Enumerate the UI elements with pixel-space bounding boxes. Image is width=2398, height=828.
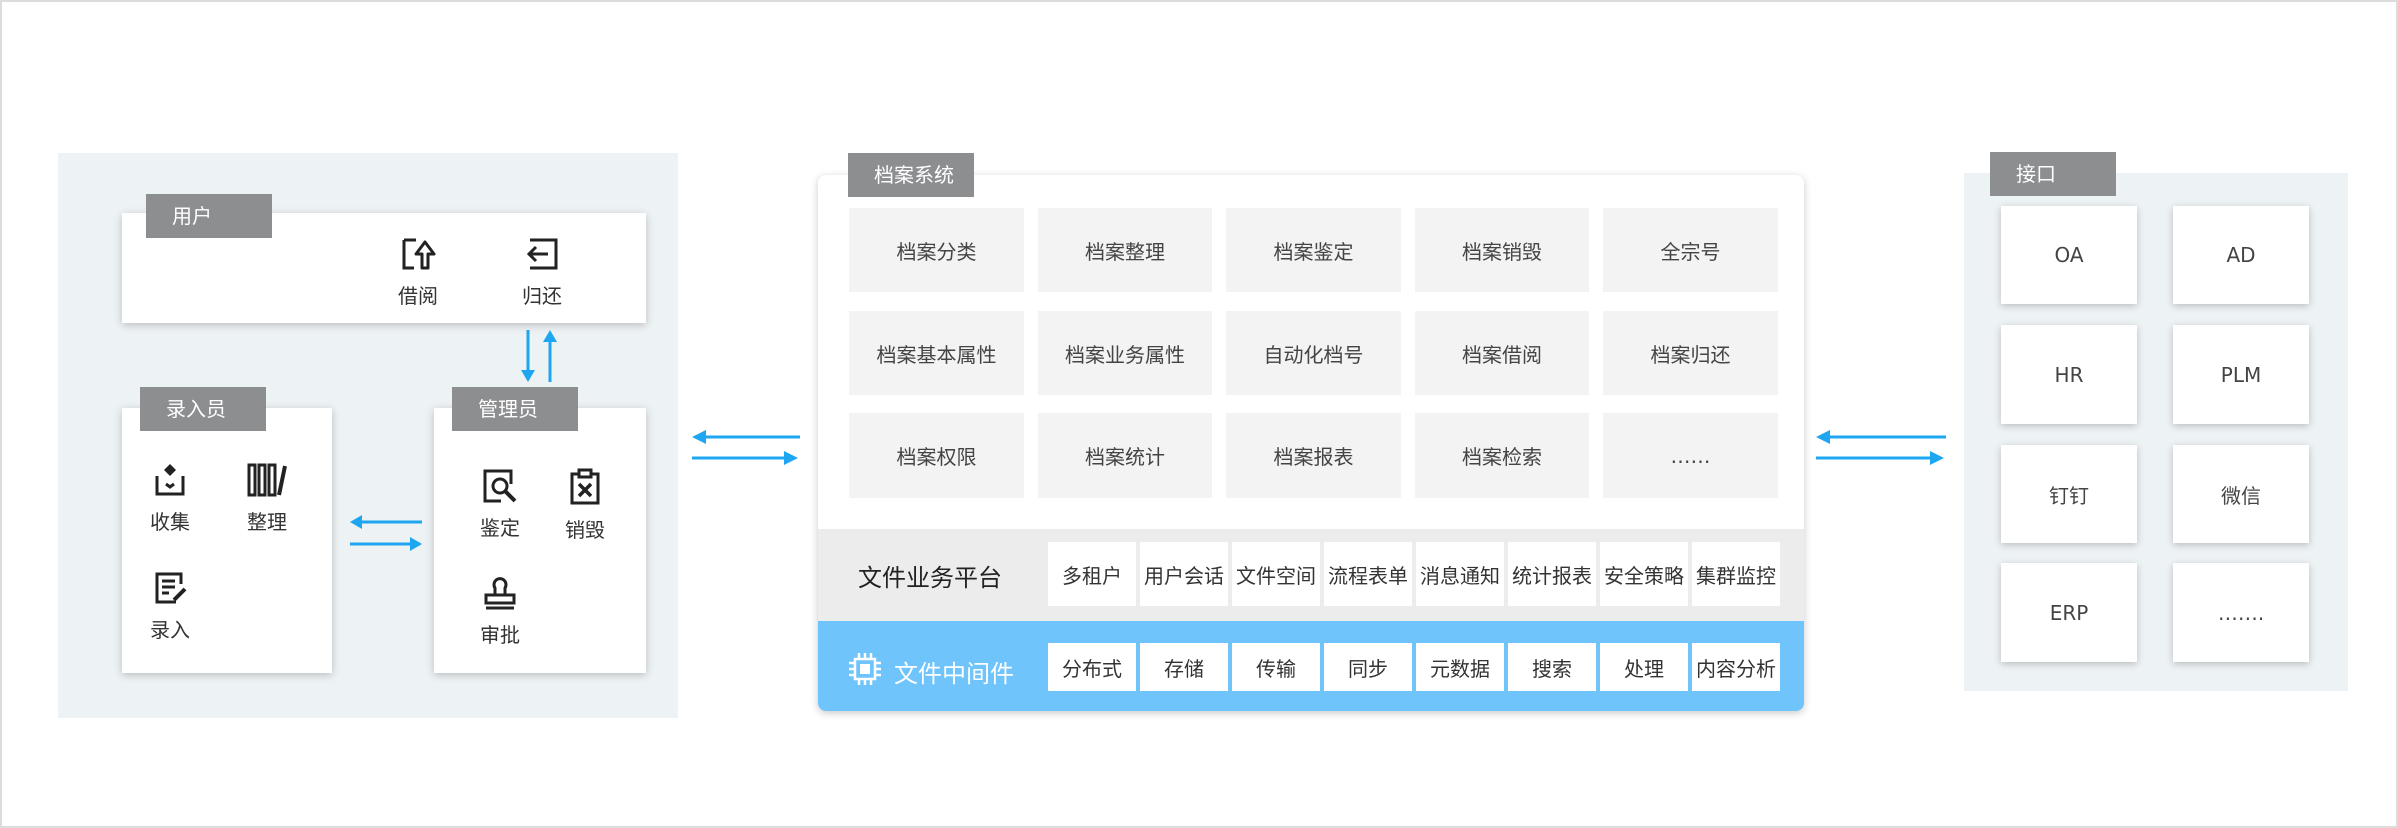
middleware-item[interactable]: 内容分析 <box>1692 643 1780 691</box>
tool-label: 收集 <box>150 510 190 534</box>
grid-cell[interactable]: …… <box>1603 413 1778 498</box>
interface-item[interactable]: 钉钉 <box>2001 445 2137 543</box>
tool-collect[interactable]: 收集 <box>125 462 215 535</box>
grid-cell[interactable]: 档案借阅 <box>1415 311 1589 395</box>
tool-label: 整理 <box>247 510 287 534</box>
user-admin-arrows <box>521 330 557 382</box>
platform-item[interactable]: 多租户 <box>1048 542 1136 606</box>
grid-cell[interactable]: 档案归还 <box>1603 311 1778 395</box>
tool-return[interactable]: 归还 <box>497 236 587 309</box>
tool-label: 鉴定 <box>480 516 520 540</box>
platform-item[interactable]: 消息通知 <box>1416 542 1504 606</box>
interface-item[interactable]: OA <box>2001 206 2137 304</box>
entry-icon <box>155 572 187 604</box>
middleware-item[interactable]: 分布式 <box>1048 643 1136 691</box>
borrow-icon <box>402 238 436 270</box>
middleware-item[interactable]: 搜索 <box>1508 643 1596 691</box>
interface-item[interactable]: ERP <box>2001 563 2137 662</box>
entry-card-title: 录入员 <box>140 387 266 431</box>
grid-cell[interactable]: 档案基本属性 <box>849 311 1024 395</box>
tool-entry[interactable]: 录入 <box>125 570 215 643</box>
interface-item[interactable]: 微信 <box>2173 445 2309 543</box>
tool-label: 录入 <box>150 618 190 642</box>
platform-item[interactable]: 统计报表 <box>1508 542 1596 606</box>
grid-cell[interactable]: 档案整理 <box>1038 208 1212 292</box>
return-icon <box>526 238 558 270</box>
tool-label: 借阅 <box>398 284 438 308</box>
platform-item[interactable]: 集群监控 <box>1692 542 1780 606</box>
grid-cell[interactable]: 档案业务属性 <box>1038 311 1212 395</box>
middleware-item[interactable]: 处理 <box>1600 643 1688 691</box>
appraise-icon <box>483 469 517 503</box>
entry-admin-arrows <box>350 515 422 551</box>
platform-item[interactable]: 用户会话 <box>1140 542 1228 606</box>
platform-title: 文件业务平台 <box>858 564 1002 592</box>
tool-label: 审批 <box>480 623 520 647</box>
platform-item[interactable]: 文件空间 <box>1232 542 1320 606</box>
destroy-icon <box>570 468 600 505</box>
grid-cell[interactable]: 档案鉴定 <box>1226 208 1401 292</box>
tool-label: 归还 <box>522 284 562 308</box>
grid-cell[interactable]: 档案报表 <box>1226 413 1401 498</box>
interface-item[interactable]: HR <box>2001 325 2137 424</box>
platform-item[interactable]: 流程表单 <box>1324 542 1412 606</box>
center-right-arrows <box>1816 430 1946 465</box>
platform-item[interactable]: 安全策略 <box>1600 542 1688 606</box>
middleware-item[interactable]: 同步 <box>1324 643 1412 691</box>
grid-cell[interactable]: 档案权限 <box>849 413 1024 498</box>
grid-cell[interactable]: 档案统计 <box>1038 413 1212 498</box>
interface-item[interactable]: AD <box>2173 206 2309 304</box>
grid-cell[interactable]: 档案分类 <box>849 208 1024 292</box>
archive-system-title: 档案系统 <box>848 153 974 197</box>
collect-icon <box>155 464 185 496</box>
middleware-title: 文件中间件 <box>894 660 1014 688</box>
user-card-title: 用户 <box>146 194 272 238</box>
tool-label: 销毁 <box>565 518 605 542</box>
grid-cell[interactable]: 档案销毁 <box>1415 208 1589 292</box>
chip-icon <box>849 653 881 685</box>
tool-destroy[interactable]: 销毁 <box>540 468 630 543</box>
grid-cell[interactable]: 全宗号 <box>1603 208 1778 292</box>
tool-approve[interactable]: 审批 <box>455 575 545 648</box>
grid-cell[interactable]: 自动化档号 <box>1226 311 1401 395</box>
middleware-item[interactable]: 存储 <box>1140 643 1228 691</box>
left-center-arrows <box>692 430 800 465</box>
interface-item[interactable]: ……. <box>2173 563 2309 662</box>
tool-organize[interactable]: 整理 <box>222 462 312 535</box>
organize-icon <box>247 463 287 497</box>
middleware-item[interactable]: 元数据 <box>1416 643 1504 691</box>
interface-title: 接口 <box>1990 152 2116 196</box>
approve-icon <box>484 577 516 610</box>
tool-borrow[interactable]: 借阅 <box>373 236 463 309</box>
interface-item[interactable]: PLM <box>2173 325 2309 424</box>
grid-cell[interactable]: 档案检索 <box>1415 413 1589 498</box>
tool-appraise[interactable]: 鉴定 <box>455 468 545 541</box>
admin-card-title: 管理员 <box>452 387 578 431</box>
middleware-item[interactable]: 传输 <box>1232 643 1320 691</box>
